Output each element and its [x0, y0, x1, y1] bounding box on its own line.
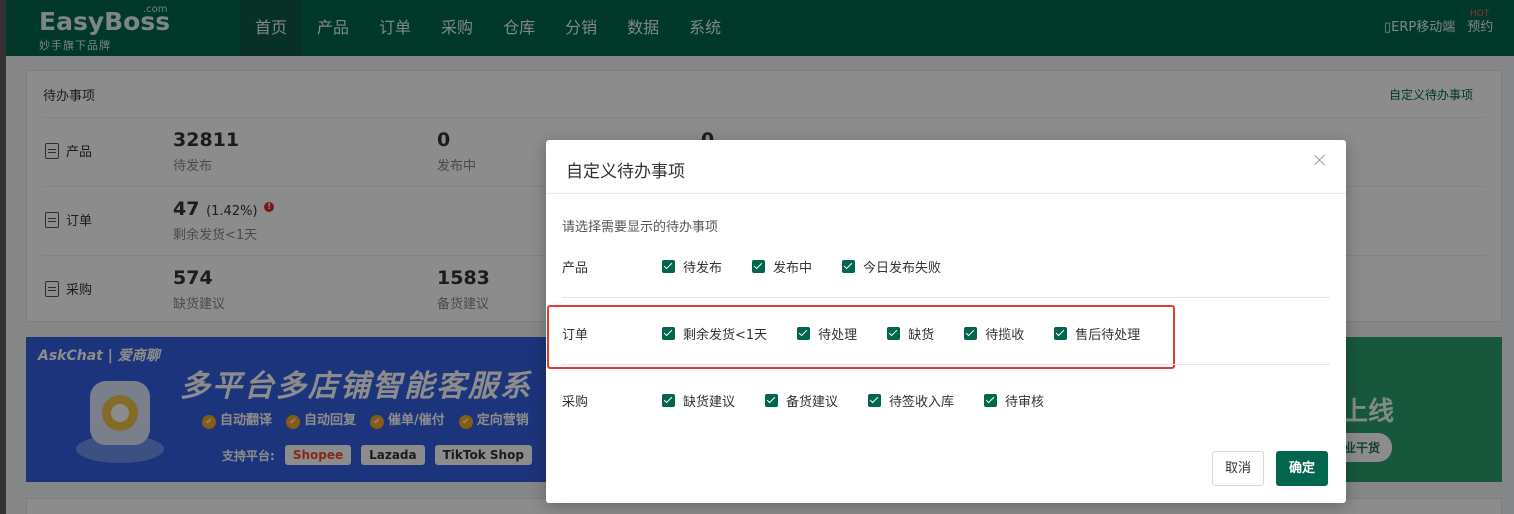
group-products: 产品 待发布 发布中 今日发布失败: [546, 244, 1346, 284]
checkbox-option[interactable]: 待发布: [662, 257, 722, 276]
divider: [562, 297, 1330, 298]
checkbox-option[interactable]: 待审核: [984, 391, 1044, 410]
checkbox-checked-icon[interactable]: [984, 394, 998, 407]
group-purchase: 采购 缺货建议 备货建议 待签收入库 待审核: [546, 378, 1346, 418]
checkbox-option[interactable]: 今日发布失败: [842, 257, 941, 276]
option-list: 缺货建议 备货建议 待签收入库 待审核: [662, 391, 1074, 410]
checkbox-checked-icon[interactable]: [752, 260, 766, 273]
group-label: 采购: [562, 395, 589, 410]
confirm-button[interactable]: 确定: [1276, 451, 1329, 486]
cancel-button[interactable]: 取消: [1212, 451, 1265, 486]
close-icon[interactable]: [1312, 152, 1328, 168]
option-list: 待发布 发布中 今日发布失败: [662, 257, 971, 276]
dialog-hint: 请选择需要显示的待办事项: [562, 220, 719, 235]
checkbox-checked-icon[interactable]: [765, 394, 779, 407]
checkbox-checked-icon[interactable]: [662, 260, 675, 273]
customize-todo-dialog: 自定义待办事项 请选择需要显示的待办事项 产品 待发布 发布中 今日发布失败 订…: [546, 140, 1346, 503]
checkbox-option[interactable]: 发布中: [752, 257, 812, 276]
checkbox-checked-icon[interactable]: [842, 260, 856, 273]
checkbox-checked-icon[interactable]: [868, 394, 882, 407]
checkbox-option[interactable]: 备货建议: [765, 391, 838, 410]
checkbox-option[interactable]: 缺货建议: [662, 391, 735, 410]
group-label: 产品: [562, 261, 589, 276]
dialog-header: 自定义待办事项: [546, 140, 1346, 194]
divider: [562, 364, 1330, 365]
dialog-title: 自定义待办事项: [566, 162, 685, 182]
checkbox-option[interactable]: 待签收入库: [868, 391, 954, 410]
checkbox-checked-icon[interactable]: [662, 394, 675, 407]
orders-highlight-box: [547, 305, 1175, 369]
